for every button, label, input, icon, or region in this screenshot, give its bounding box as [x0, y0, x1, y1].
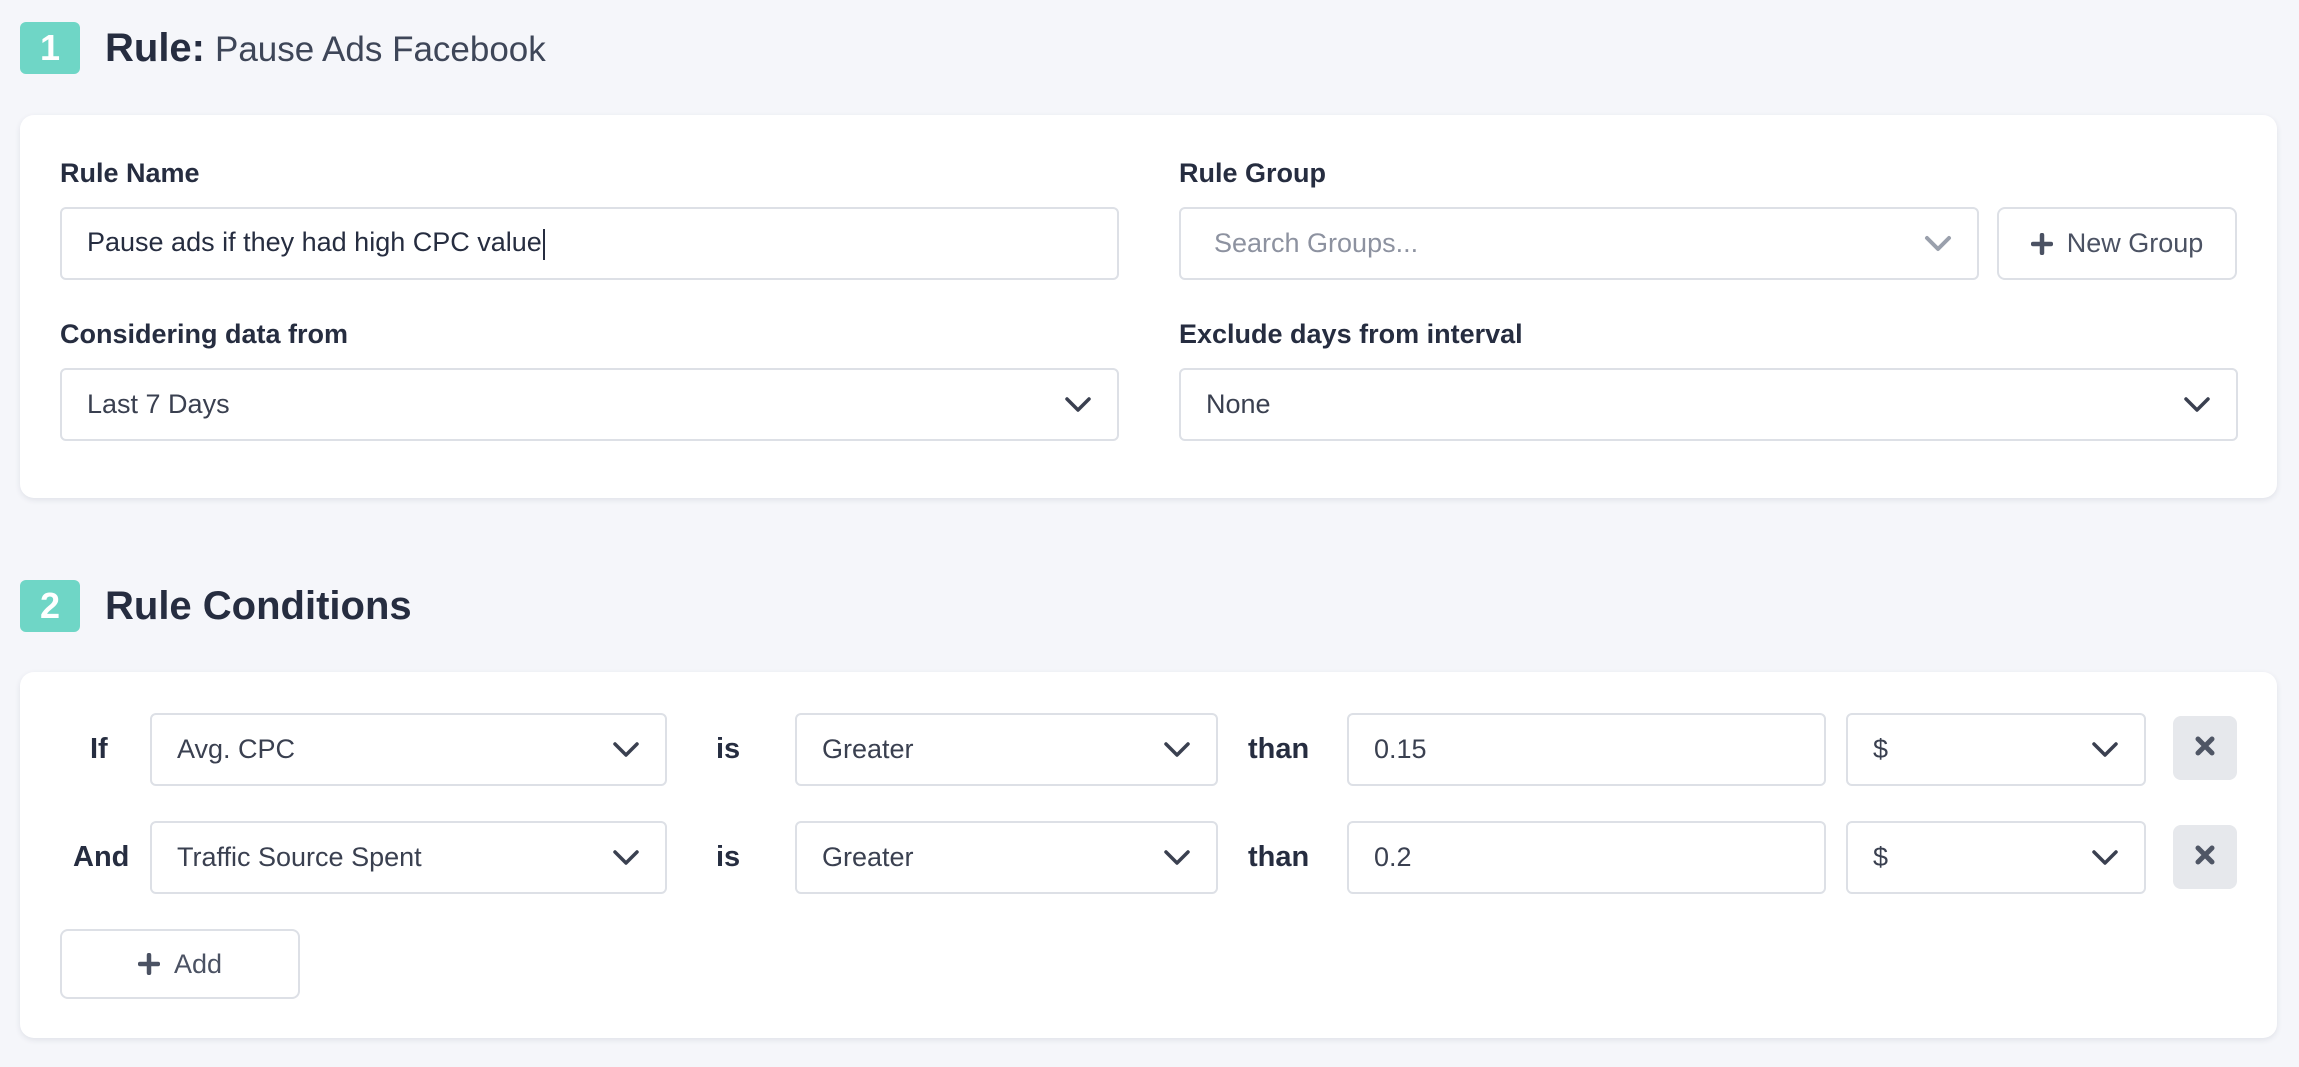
remove-condition-button[interactable] [2173, 825, 2237, 889]
step-badge-2: 2 [20, 580, 80, 632]
condition-connector: And [73, 841, 130, 873]
rule-name-input[interactable]: Pause ads if they had high CPC value [60, 207, 1119, 280]
exclude-value: None [1206, 389, 1271, 419]
rule-name-label: Rule Name [60, 158, 200, 188]
considering-value: Last 7 Days [87, 389, 230, 419]
condition-unit-value: $ [1873, 842, 1889, 872]
condition-than-label: than [1248, 733, 1310, 765]
condition-metric-value: Traffic Source Spent [177, 842, 422, 872]
rule-conditions-card: If Avg. CPC is Greater than 0.15 $ And T… [20, 672, 2277, 1038]
chevron-down-icon [2090, 735, 2120, 765]
considering-data-select[interactable]: Last 7 Days [60, 368, 1119, 441]
condition-operator-value: Greater [822, 734, 914, 764]
rule-group-label: Rule Group [1179, 158, 1326, 188]
chevron-down-icon [1162, 843, 1192, 873]
text-caret [542, 228, 545, 260]
new-group-label: New Group [2066, 228, 2204, 258]
condition-value-input[interactable]: 0.15 [1347, 713, 1826, 786]
rule-name-value: Pause ads if they had high CPC value [87, 227, 542, 258]
plus-icon [2030, 232, 2053, 255]
chevron-down-icon [611, 735, 641, 765]
rule-title-name: Pause Ads Facebook [215, 29, 546, 69]
plus-icon [137, 953, 160, 975]
condition-value-input[interactable]: 0.2 [1347, 821, 1826, 894]
new-group-button[interactable]: New Group [1997, 207, 2237, 280]
condition-metric-select[interactable]: Avg. CPC [150, 713, 667, 786]
rule-group-placeholder: Search Groups... [1214, 228, 1419, 258]
condition-than-label: than [1248, 841, 1310, 873]
section-title-label: Rule: [105, 25, 205, 70]
condition-unit-select[interactable]: $ [1846, 821, 2146, 894]
chevron-down-icon [2182, 390, 2212, 420]
chevron-down-icon [1923, 229, 1953, 259]
section-header-conditions: 2 Rule Conditions [20, 580, 412, 632]
chevron-down-icon [1162, 735, 1192, 765]
condition-metric-select[interactable]: Traffic Source Spent [150, 821, 667, 894]
step-badge-1: 1 [20, 22, 80, 74]
considering-label: Considering data from [60, 319, 349, 349]
condition-unit-select[interactable]: $ [1846, 713, 2146, 786]
exclude-label: Exclude days from interval [1179, 319, 1523, 349]
chevron-down-icon [2090, 843, 2120, 873]
section-title: Rule Conditions [105, 583, 412, 628]
chevron-down-icon [1063, 390, 1093, 420]
add-condition-button[interactable]: Add [60, 929, 300, 999]
remove-condition-button[interactable] [2173, 716, 2237, 780]
close-icon [2194, 844, 2216, 871]
condition-metric-value: Avg. CPC [177, 734, 296, 764]
close-icon [2194, 735, 2216, 762]
condition-operator-select[interactable]: Greater [795, 821, 1218, 894]
rule-settings-card: Rule Name Pause ads if they had high CPC… [20, 115, 2277, 498]
condition-operator-value: Greater [822, 842, 914, 872]
condition-operator-select[interactable]: Greater [795, 713, 1218, 786]
chevron-down-icon [611, 843, 641, 873]
condition-is-label: is [716, 841, 741, 873]
condition-is-label: is [716, 733, 741, 765]
condition-value: 0.15 [1374, 734, 1427, 764]
section-header-rule: 1 Rule: Pause Ads Facebook [20, 22, 546, 74]
rule-group-select[interactable]: Search Groups... [1179, 207, 1979, 280]
condition-unit-value: $ [1873, 734, 1889, 764]
section-title: Rule: Pause Ads Facebook [105, 26, 546, 71]
add-condition-label: Add [173, 948, 223, 979]
condition-value: 0.2 [1374, 842, 1412, 872]
condition-connector: If [90, 733, 108, 765]
exclude-days-select[interactable]: None [1179, 368, 2238, 441]
